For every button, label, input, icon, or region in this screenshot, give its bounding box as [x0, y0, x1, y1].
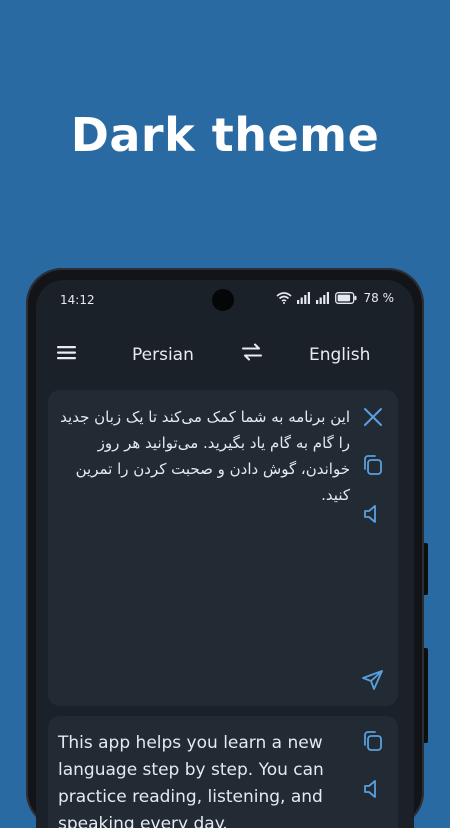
translation-card: This app helps you learn a new language … [48, 716, 398, 828]
battery-icon [334, 292, 357, 304]
copy-icon[interactable] [360, 452, 386, 478]
translation-text[interactable]: This app helps you learn a new language … [58, 730, 344, 828]
source-language-button[interactable]: Persian [132, 345, 194, 365]
battery-level: 78 % [363, 291, 395, 305]
send-icon[interactable] [360, 667, 386, 693]
close-icon[interactable] [360, 404, 386, 430]
signal-icon [315, 292, 330, 304]
phone-side-button [424, 543, 428, 595]
status-bar: 14:12 78 % [36, 280, 414, 320]
signal-icon [296, 292, 311, 304]
wifi-icon [275, 292, 292, 304]
app-screen: 14:12 78 % Persian English این برنامه به… [36, 280, 414, 828]
promo-headline: Dark theme [70, 108, 380, 162]
source-text[interactable]: این برنامه به شما کمک می‌کند تا یک زبان … [60, 404, 350, 508]
speaker-icon[interactable] [360, 776, 386, 802]
front-camera [212, 289, 234, 311]
menu-icon[interactable] [56, 344, 78, 362]
phone-side-button [424, 648, 428, 743]
status-time: 14:12 [60, 293, 95, 307]
target-language-button[interactable]: English [309, 345, 370, 365]
source-text-card: این برنامه به شما کمک می‌کند تا یک زبان … [48, 390, 398, 706]
phone-frame: 14:12 78 % Persian English این برنامه به… [26, 268, 428, 828]
app-bar: Persian English [36, 328, 414, 384]
swap-icon[interactable] [240, 340, 264, 364]
status-icons: 78 % [275, 291, 395, 305]
copy-icon[interactable] [360, 728, 386, 754]
speaker-icon[interactable] [360, 501, 386, 527]
